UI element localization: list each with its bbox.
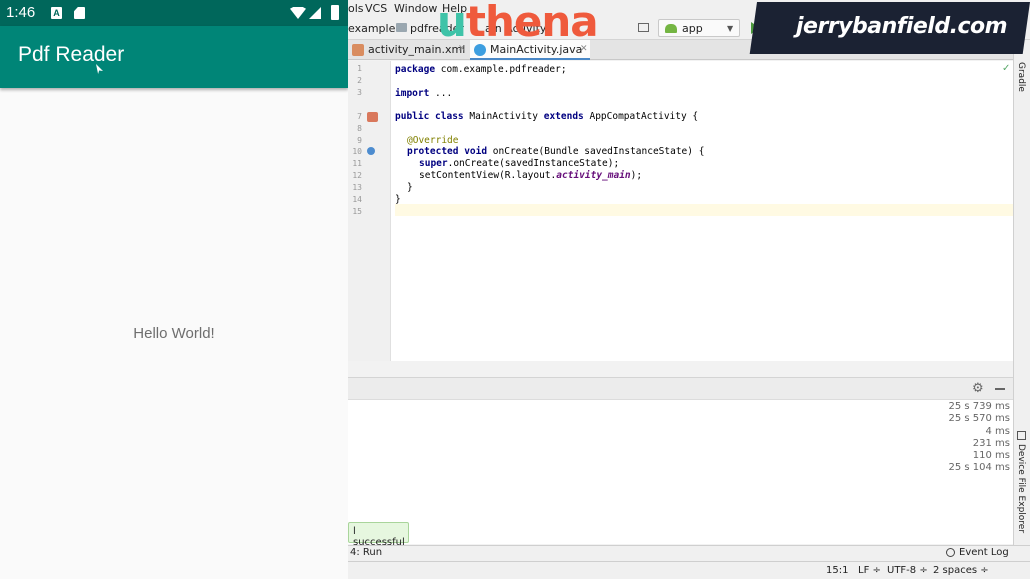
build-duration: 25 s 104 ms [948,462,1010,473]
signal-icon [309,7,321,19]
panel-header: ⚙ [348,378,1013,400]
code-line: @Override [407,135,459,146]
run-tool-tab[interactable]: 4: Run [350,547,382,558]
event-log-tab[interactable]: Event Log [959,547,1009,558]
run-configuration-select[interactable]: app ▼ [658,19,740,37]
uthena-logo: uthena [437,0,599,46]
build-duration: 25 s 739 ms [948,401,1010,412]
line-number: 13 [352,183,362,192]
chevron-down-icon: ▼ [727,24,734,33]
android-emulator-screen: 1:46 A Pdf Reader Hello World! [0,0,348,579]
android-status-bar: 1:46 A [0,0,348,26]
android-icon [665,24,677,33]
caret-position[interactable]: 15:1 [826,565,848,576]
device-file-explorer-tab[interactable]: Device File Explorer [1016,444,1026,533]
code-line: package com.example.pdfreader; [395,64,567,75]
build-output-panel: ⚙ 25 s 739 ms 25 s 570 ms 4 ms 231 ms 11… [348,377,1013,544]
line-number: 12 [352,171,362,180]
code-line: protected void onCreate(Bundle savedInst… [407,146,705,157]
wifi-icon [290,7,306,19]
gradle-tab[interactable]: Gradle [1016,62,1026,92]
right-tool-strip: Gradle Device File Explorer [1013,40,1030,545]
gear-icon[interactable]: ⚙ [972,381,984,396]
minimize-icon[interactable] [995,388,1005,390]
logo-letter: u [437,0,467,46]
indent-setting[interactable]: 2 spaces ÷ [933,565,989,576]
menu-window[interactable]: Window [394,2,437,15]
sd-card-icon [74,7,85,19]
logo-letter: a [570,0,598,46]
line-number: 8 [357,124,362,133]
run-configuration-label: app [682,22,703,35]
code-line: } [395,194,401,205]
notification-a-icon: A [51,7,62,19]
jerrybanfield-text: jerrybanfield.com [796,14,1008,39]
event-log-icon [946,548,955,557]
code-editor[interactable]: 1 2 3 7 8 9 10 11 12 13 14 15 package co… [348,61,1013,361]
line-number: 14 [352,195,362,204]
build-duration: 4 ms [985,426,1011,437]
menu-vcs[interactable]: VCS [365,2,387,15]
tool-window-bar: 4: Run Event Log [348,545,1030,561]
code-line: public class MainActivity extends AppCom… [395,111,699,122]
layout-inspector-icon[interactable] [638,23,649,32]
check-icon: ✓ [1002,63,1011,74]
line-number-gutter: 1 2 3 7 8 9 10 11 12 13 14 15 [348,61,391,361]
line-number: 9 [357,136,362,145]
line-number: 3 [357,88,362,97]
app-toolbar: Pdf Reader [0,26,348,88]
line-number: 2 [357,76,362,85]
class-gutter-icon[interactable] [367,112,378,122]
status-time: 1:46 [6,4,36,21]
logo-letter: e [513,0,542,46]
file-encoding[interactable]: UTF-8 ÷ [887,565,928,576]
line-number: 15 [352,207,362,216]
logo-letter: n [541,0,571,46]
line-number: 10 [352,147,362,156]
line-number: 7 [357,112,362,121]
app-title: Pdf Reader [18,43,125,66]
code-line: import ... [395,88,453,99]
logo-letter: t [465,0,486,46]
breadcrumb-example[interactable]: example [348,22,395,35]
build-success-toast[interactable]: l successful [348,522,409,548]
code-line: setContentView(R.layout.activity_main); [419,170,643,181]
code-line: } [407,182,413,193]
line-separator[interactable]: LF ÷ [858,565,881,576]
android-studio-window: ols VCS Window Help example pdfreader ai… [348,0,1030,579]
folder-icon [396,23,407,32]
code-text[interactable]: package com.example.pdfreader; import ..… [395,61,1013,361]
build-duration: 110 ms [972,450,1010,461]
xml-file-icon [352,44,364,56]
status-bar: 15:1 LF ÷ UTF-8 ÷ 2 spaces ÷ [348,561,1030,579]
code-line: super.onCreate(savedInstanceState); [419,158,620,169]
line-number: 11 [352,159,362,168]
hello-world-text: Hello World! [133,325,215,342]
menu-tools[interactable]: ols [348,2,364,15]
build-duration: 231 ms [972,438,1010,449]
editor-bottom-area [348,361,1013,377]
build-duration: 25 s 570 ms [948,413,1010,424]
line-number: 1 [357,64,362,73]
override-gutter-icon[interactable] [367,147,375,155]
device-icon [1017,431,1026,440]
logo-letter: h [484,0,515,46]
battery-icon [331,5,339,20]
